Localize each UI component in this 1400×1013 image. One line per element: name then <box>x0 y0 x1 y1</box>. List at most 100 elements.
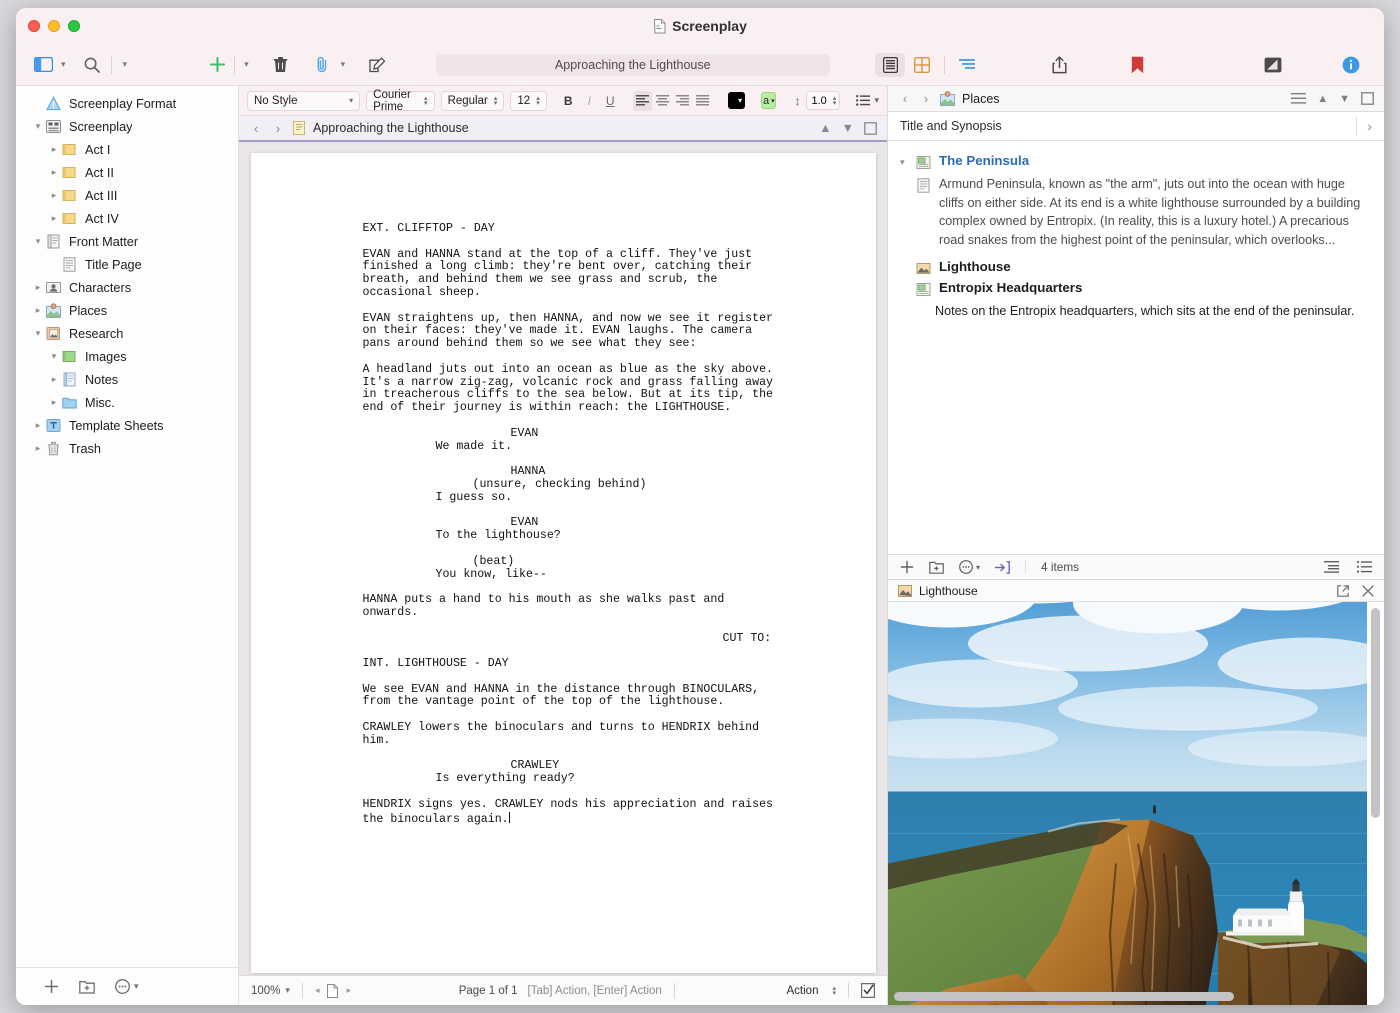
more-options-icon[interactable]: ▾ <box>959 560 980 574</box>
chevron-down-icon[interactable]: ▼ <box>842 121 854 135</box>
chevron-up-icon[interactable]: ▲ <box>819 121 831 135</box>
sidebar-item-notes[interactable]: ▸Notes <box>16 368 238 391</box>
highlight-color-button[interactable]: a ▾ <box>761 92 776 109</box>
sidebar-item-research[interactable]: ▾Research <box>16 322 238 345</box>
image-vertical-scrollbar[interactable] <box>1371 608 1380 818</box>
outline-icon[interactable] <box>952 53 982 77</box>
list-icon[interactable]: ▾ <box>856 95 879 106</box>
new-folder-icon[interactable] <box>79 979 95 994</box>
next-page-button[interactable]: ▸ <box>346 985 351 996</box>
image-preview-area[interactable] <box>888 602 1384 1005</box>
sidebar-item-title-page[interactable]: Title Page <box>16 253 238 276</box>
outline-item[interactable]: Lighthouse <box>888 257 1384 278</box>
trash-icon[interactable] <box>268 52 294 78</box>
disclosure-closed-icon[interactable]: ▸ <box>46 144 62 155</box>
element-type-stepper[interactable]: ▴▾ <box>826 986 836 996</box>
document-title-field[interactable]: Approaching the Lighthouse <box>436 54 830 76</box>
synopsis-expand-button[interactable]: › <box>1367 118 1372 134</box>
indent-view-icon[interactable] <box>1324 561 1339 573</box>
disclosure-open-icon[interactable]: ▾ <box>900 153 916 168</box>
list-view-icon[interactable] <box>1357 561 1372 573</box>
sidebar-item-screenplay-format[interactable]: Screenplay Format <box>16 92 238 115</box>
outline-list[interactable]: ▾The PeninsulaArmund Peninsula, known as… <box>888 141 1384 554</box>
editor-back-button[interactable]: ‹ <box>249 121 263 136</box>
add-icon[interactable] <box>900 560 914 574</box>
close-icon[interactable] <box>1362 585 1374 597</box>
align-left-button[interactable] <box>633 91 652 111</box>
underline-button[interactable]: U <box>601 91 620 111</box>
manuscript-page[interactable]: EXT. CLIFFTOP - DAYEVAN and HANNA stand … <box>251 153 876 973</box>
disclosure-closed-icon[interactable]: ▸ <box>30 282 46 293</box>
italic-button[interactable]: I <box>580 91 599 111</box>
add-icon[interactable] <box>44 979 59 994</box>
sidebar-item-act-iii[interactable]: ▸Act III <box>16 184 238 207</box>
more-options-icon[interactable]: ▾ <box>115 979 139 994</box>
view-document-icon[interactable] <box>875 53 905 77</box>
bold-button[interactable]: B <box>559 91 578 111</box>
add-options-chevron[interactable]: ▾ <box>239 59 254 70</box>
inspector-back-button[interactable]: ‹ <box>898 91 912 106</box>
disclosure-closed-icon[interactable]: ▸ <box>46 190 62 201</box>
sidebar-item-places[interactable]: ▸Places <box>16 299 238 322</box>
binder-list[interactable]: Screenplay Format▾Screenplay▸Act I▸Act I… <box>16 86 238 967</box>
font-weight-select[interactable]: Regular ▴▾ <box>441 91 505 111</box>
disclosure-closed-icon[interactable]: ▸ <box>46 397 62 408</box>
align-justify-button[interactable] <box>693 91 712 111</box>
search-options-chevron[interactable]: ▾ <box>118 59 133 70</box>
sidebar-item-trash[interactable]: ▸Trash <box>16 437 238 460</box>
sidebar-item-template-sheets[interactable]: ▸Template Sheets <box>16 414 238 437</box>
disclosure-closed-icon[interactable]: ▸ <box>30 305 46 316</box>
quick-reference-icon[interactable] <box>1260 52 1286 78</box>
paragraph-style-select[interactable]: No Style ▾ <box>247 91 360 111</box>
bookmark-icon[interactable] <box>1124 52 1150 78</box>
search-icon[interactable] <box>79 52 105 78</box>
disclosure-closed-icon[interactable]: ▸ <box>46 213 62 224</box>
line-spacing-field[interactable]: 1.0 ▴▾ <box>806 91 840 110</box>
disclosure-open-icon[interactable]: ▾ <box>30 328 46 339</box>
disclosure-open-icon[interactable]: ▾ <box>30 121 46 132</box>
align-right-button[interactable] <box>673 91 692 111</box>
text-color-swatch[interactable]: ▾ <box>728 92 745 109</box>
expand-icon[interactable] <box>864 122 877 135</box>
editor-forward-button[interactable]: › <box>271 121 285 136</box>
align-center-button[interactable] <box>653 91 672 111</box>
info-icon[interactable] <box>1338 52 1364 78</box>
screenplay-text[interactable]: EXT. CLIFFTOP - DAYEVAN and HANNA stand … <box>251 223 876 826</box>
outline-item[interactable]: Entropix Headquarters <box>888 278 1384 299</box>
sidebar-item-act-iv[interactable]: ▸Act IV <box>16 207 238 230</box>
sidebar-item-front-matter[interactable]: ▾Front Matter <box>16 230 238 253</box>
compose-icon[interactable] <box>364 52 390 78</box>
sidebar-item-images[interactable]: ▾Images <box>16 345 238 368</box>
font-size-select[interactable]: 12 ▴▾ <box>510 91 546 111</box>
disclosure-open-icon[interactable]: ▾ <box>46 351 62 362</box>
outline-item[interactable]: ▾The Peninsula <box>888 151 1384 172</box>
inspector-forward-button[interactable]: › <box>919 91 933 106</box>
corkboard-icon[interactable] <box>907 53 937 77</box>
disclosure-closed-icon[interactable]: ▸ <box>46 167 62 178</box>
import-icon[interactable] <box>995 561 1010 574</box>
sidebar-item-misc[interactable]: ▸Misc. <box>16 391 238 414</box>
disclosure-open-icon[interactable]: ▾ <box>30 236 46 247</box>
editor-scroll-area[interactable]: EXT. CLIFFTOP - DAYEVAN and HANNA stand … <box>239 142 887 975</box>
hamburger-icon[interactable] <box>1291 93 1306 104</box>
sidebar-icon[interactable] <box>30 52 56 78</box>
popout-icon[interactable] <box>1337 585 1349 597</box>
font-family-select[interactable]: Courier Prime ▴▾ <box>366 91 434 111</box>
disclosure-closed-icon[interactable]: ▸ <box>46 374 62 385</box>
chevron-down-icon[interactable]: ▼ <box>1339 93 1350 105</box>
disclosure-closed-icon[interactable]: ▸ <box>30 443 46 454</box>
share-icon[interactable] <box>1046 52 1072 78</box>
add-icon[interactable] <box>204 52 230 78</box>
paperclip-icon[interactable] <box>310 52 336 78</box>
disclosure-closed-icon[interactable]: ▸ <box>30 420 46 431</box>
sidebar-item-act-ii[interactable]: ▸Act II <box>16 161 238 184</box>
sidebar-item-characters[interactable]: ▸Characters <box>16 276 238 299</box>
sidebar-item-act-i[interactable]: ▸Act I <box>16 138 238 161</box>
expand-icon[interactable] <box>1361 92 1374 105</box>
zoom-select[interactable]: 100% ▾ <box>251 985 290 997</box>
image-horizontal-scrollbar[interactable] <box>894 992 1234 1001</box>
new-folder-icon[interactable] <box>929 560 944 574</box>
proofread-icon[interactable] <box>861 983 875 998</box>
attach-options-chevron[interactable]: ▾ <box>336 59 351 70</box>
sidebar-options-chevron[interactable]: ▾ <box>56 59 71 70</box>
